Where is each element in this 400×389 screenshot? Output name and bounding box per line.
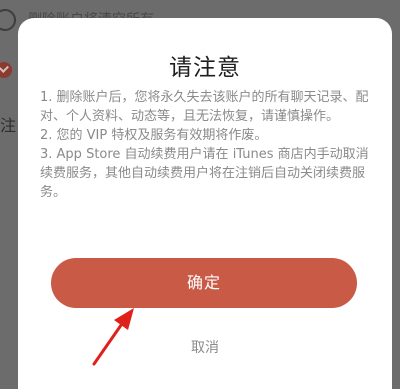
notice-item-2: 2. 您的 VIP 特权及服务有效期将作废。 (40, 128, 268, 143)
background-side-text: 注 (0, 116, 17, 135)
notice-item-3: 3. App Store 自动续费用户请在 iTunes 商店内手动取消续费服务… (40, 147, 369, 200)
confirm-dialog: 请注意 1. 删除账户后，您将永久失去该账户的所有聊天记录、配对、个人资料、动态… (18, 18, 392, 389)
checkbox-checked-icon (0, 62, 12, 78)
confirm-button[interactable]: 确定 (51, 258, 357, 308)
dialog-title: 请注意 (169, 55, 241, 81)
dialog-body: 1. 删除账户后，您将永久失去该账户的所有聊天记录、配对、个人资料、动态等，且无… (40, 88, 376, 202)
red-pointer-arrow-icon (92, 308, 134, 366)
cancel-button[interactable]: 取消 (18, 337, 392, 357)
notice-item-1: 1. 删除账户后，您将永久失去该账户的所有聊天记录、配对、个人资料、动态等，且无… (40, 90, 369, 124)
radio-icon (0, 9, 16, 31)
